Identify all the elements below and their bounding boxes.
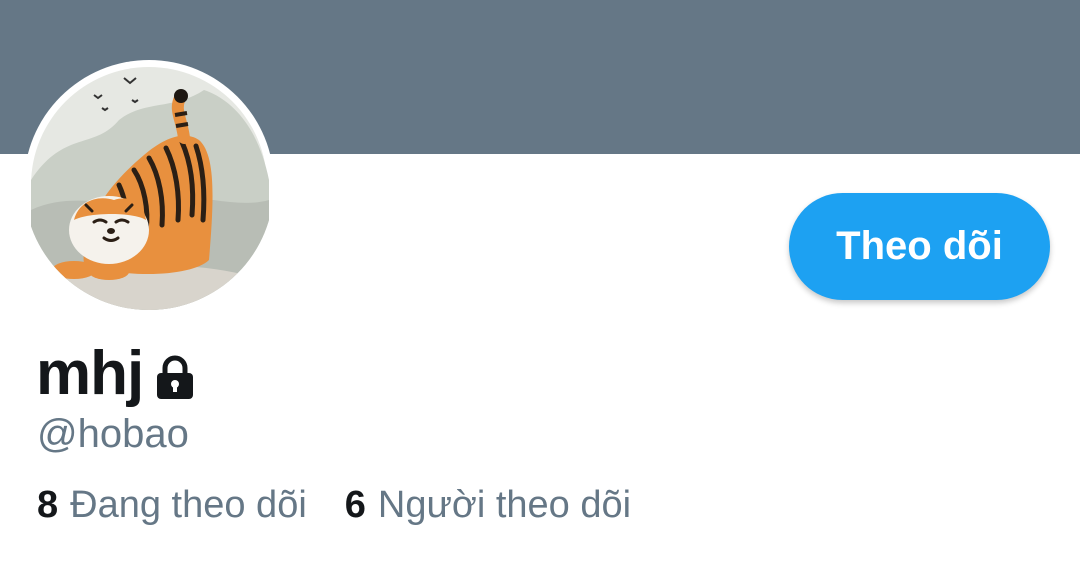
profile-avatar[interactable] bbox=[24, 60, 274, 310]
follow-button[interactable]: Theo dõi bbox=[789, 193, 1050, 300]
lock-icon bbox=[151, 353, 199, 401]
followers-stat-link[interactable]: 6 Người theo dõi bbox=[345, 484, 631, 527]
tiger-avatar-icon bbox=[29, 67, 269, 310]
profile-handle: @hobao bbox=[37, 412, 189, 456]
following-stat-link[interactable]: 8 Đang theo dõi bbox=[37, 484, 307, 527]
following-count: 8 bbox=[37, 484, 59, 526]
followers-label: Người theo dõi bbox=[377, 484, 632, 526]
followers-count: 6 bbox=[344, 484, 366, 526]
profile-name-row: mhj bbox=[36, 335, 199, 411]
following-label: Đang theo dõi bbox=[70, 484, 307, 526]
display-name: mhj bbox=[36, 338, 144, 408]
profile-stats: 8 Đang theo dõi 6 Người theo dõi bbox=[37, 484, 631, 527]
